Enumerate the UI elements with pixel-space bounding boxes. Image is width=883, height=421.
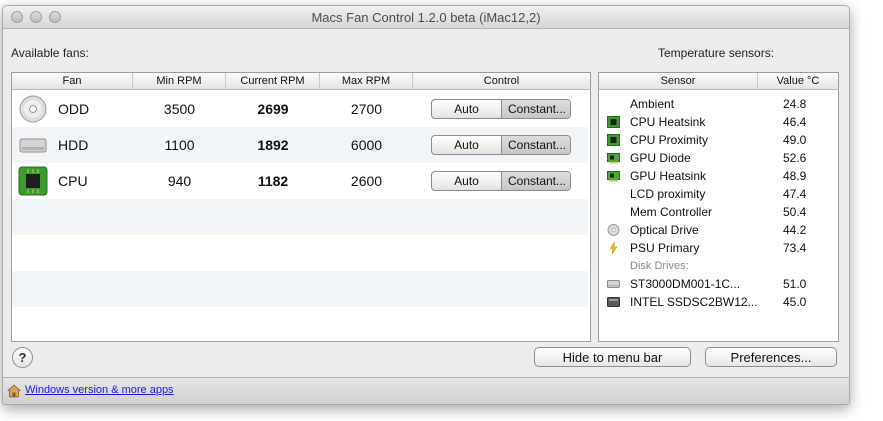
sensor-name: PSU Primary	[630, 241, 700, 255]
gpu-card-icon	[607, 153, 620, 164]
fan-row-odd[interactable]: ODD 3500 2699 2700 Auto Constant...	[12, 91, 588, 127]
fan-max-rpm: 2600	[350, 173, 383, 189]
lightning-icon	[609, 242, 618, 254]
sensor-name: GPU Heatsink	[630, 169, 707, 183]
constant-button[interactable]: Constant...	[502, 136, 570, 154]
sensor-row[interactable]: GPU Heatsink 48.9	[599, 167, 838, 185]
sensor-value: 51.0	[783, 277, 807, 291]
gpu-card-icon	[607, 171, 620, 182]
cpu-chip-icon	[607, 116, 620, 128]
fan-current-rpm: 2699	[257, 101, 289, 117]
auto-button[interactable]: Auto	[432, 100, 502, 118]
auto-button[interactable]: Auto	[432, 172, 502, 190]
sensor-row[interactable]: PSU Primary 73.4	[599, 239, 838, 257]
fan-row-hdd[interactable]: HDD 1100 1892 6000 Auto Constant...	[12, 127, 588, 163]
fans-section-label: Available fans:	[11, 46, 89, 60]
fan-max-rpm: 2700	[350, 101, 383, 117]
column-header-current-rpm[interactable]: Current RPM	[226, 73, 320, 90]
cpu-chip-icon	[607, 134, 620, 146]
fan-control-toggle: Auto Constant...	[431, 99, 571, 119]
empty-row	[12, 235, 588, 271]
sensor-value: 46.4	[783, 115, 807, 129]
sensor-value: 49.0	[783, 133, 807, 147]
sensor-value: 47.4	[783, 187, 807, 201]
optical-drive-icon	[607, 224, 620, 236]
hard-drive-icon	[19, 138, 47, 153]
sensor-name: INTEL SSDSC2BW12...	[630, 295, 758, 309]
sensor-value: 44.2	[783, 223, 807, 237]
windows-version-link[interactable]: Windows version & more apps	[25, 384, 174, 396]
sensor-name: Ambient	[630, 97, 675, 111]
disk-drives-label: Disk Drives:	[630, 260, 689, 272]
sensor-name: GPU Diode	[630, 151, 691, 165]
cpu-chip-icon	[18, 166, 48, 196]
empty-row	[12, 307, 588, 341]
window-title: Macs Fan Control 1.2.0 beta (iMac12,2)	[311, 10, 541, 25]
column-header-control[interactable]: Control	[413, 73, 590, 90]
constant-button[interactable]: Constant...	[502, 100, 570, 118]
column-header-sensor[interactable]: Sensor	[599, 73, 758, 90]
sensor-row[interactable]: LCD proximity 47.4	[599, 185, 838, 203]
sensor-value: 24.8	[783, 97, 807, 111]
fan-row-cpu[interactable]: CPU 940 1182 2600 Auto Constant...	[12, 163, 588, 199]
preferences-button[interactable]: Preferences...	[705, 347, 837, 367]
sensor-name: Optical Drive	[630, 223, 699, 237]
optical-drive-icon	[19, 95, 47, 123]
footer-bar: Windows version & more apps	[3, 377, 849, 404]
fan-name: CPU	[58, 173, 88, 189]
sensor-value: 50.4	[783, 205, 807, 219]
sensor-row[interactable]: INTEL SSDSC2BW12... 45.0	[599, 293, 838, 311]
column-header-min-rpm[interactable]: Min RPM	[133, 73, 226, 90]
fan-min-rpm: 940	[167, 173, 192, 189]
fan-name: ODD	[58, 101, 90, 117]
sensor-name: CPU Proximity	[630, 133, 709, 147]
ssd-drive-icon	[607, 297, 620, 307]
sensor-value: 52.6	[783, 151, 807, 165]
app-window: Macs Fan Control 1.2.0 beta (iMac12,2) A…	[2, 5, 850, 405]
fan-current-rpm: 1182	[257, 173, 289, 189]
sensor-name: Mem Controller	[630, 205, 713, 219]
fan-name: HDD	[58, 137, 89, 153]
column-header-fan[interactable]: Fan	[12, 73, 133, 90]
title-bar: Macs Fan Control 1.2.0 beta (iMac12,2)	[3, 6, 849, 29]
sensor-row[interactable]: CPU Proximity 49.0	[599, 131, 838, 149]
column-header-value[interactable]: Value °C	[758, 73, 838, 90]
hard-drive-icon	[607, 280, 620, 288]
home-icon	[7, 384, 21, 398]
fan-min-rpm: 1100	[164, 137, 195, 153]
sensors-table: Sensor Value °C Ambient 24.8 CPU Heatsin…	[598, 72, 839, 342]
sensor-row[interactable]: GPU Diode 52.6	[599, 149, 838, 167]
constant-button[interactable]: Constant...	[502, 172, 570, 190]
sensor-value: 48.9	[783, 169, 807, 183]
fan-max-rpm: 6000	[350, 137, 383, 153]
sensor-value: 73.4	[783, 241, 807, 255]
fans-table: Fan Min RPM Current RPM Max RPM Control …	[11, 72, 591, 342]
sensor-name: LCD proximity	[630, 187, 706, 201]
hide-to-menu-bar-button[interactable]: Hide to menu bar	[534, 347, 691, 367]
sensor-row[interactable]: Ambient 24.8	[599, 95, 838, 113]
sensor-row[interactable]: ST3000DM001-1C... 51.0	[599, 275, 838, 293]
fan-control-toggle: Auto Constant...	[431, 171, 571, 191]
column-header-max-rpm[interactable]: Max RPM	[320, 73, 413, 90]
empty-row	[12, 199, 588, 235]
sensors-section-label: Temperature sensors:	[658, 46, 775, 60]
sensor-row[interactable]: CPU Heatsink 46.4	[599, 113, 838, 131]
fan-current-rpm: 1892	[257, 137, 289, 153]
sensor-name: CPU Heatsink	[630, 115, 706, 129]
auto-button[interactable]: Auto	[432, 136, 502, 154]
fan-control-toggle: Auto Constant...	[431, 135, 571, 155]
sensor-group-header: Disk Drives:	[599, 257, 838, 275]
sensor-value: 45.0	[783, 295, 807, 309]
fan-min-rpm: 3500	[163, 101, 196, 117]
empty-row	[12, 271, 588, 307]
sensor-row[interactable]: Optical Drive 44.2	[599, 221, 838, 239]
sensor-row[interactable]: Mem Controller 50.4	[599, 203, 838, 221]
help-button[interactable]: ?	[12, 347, 33, 368]
sensor-name: ST3000DM001-1C...	[630, 277, 741, 291]
